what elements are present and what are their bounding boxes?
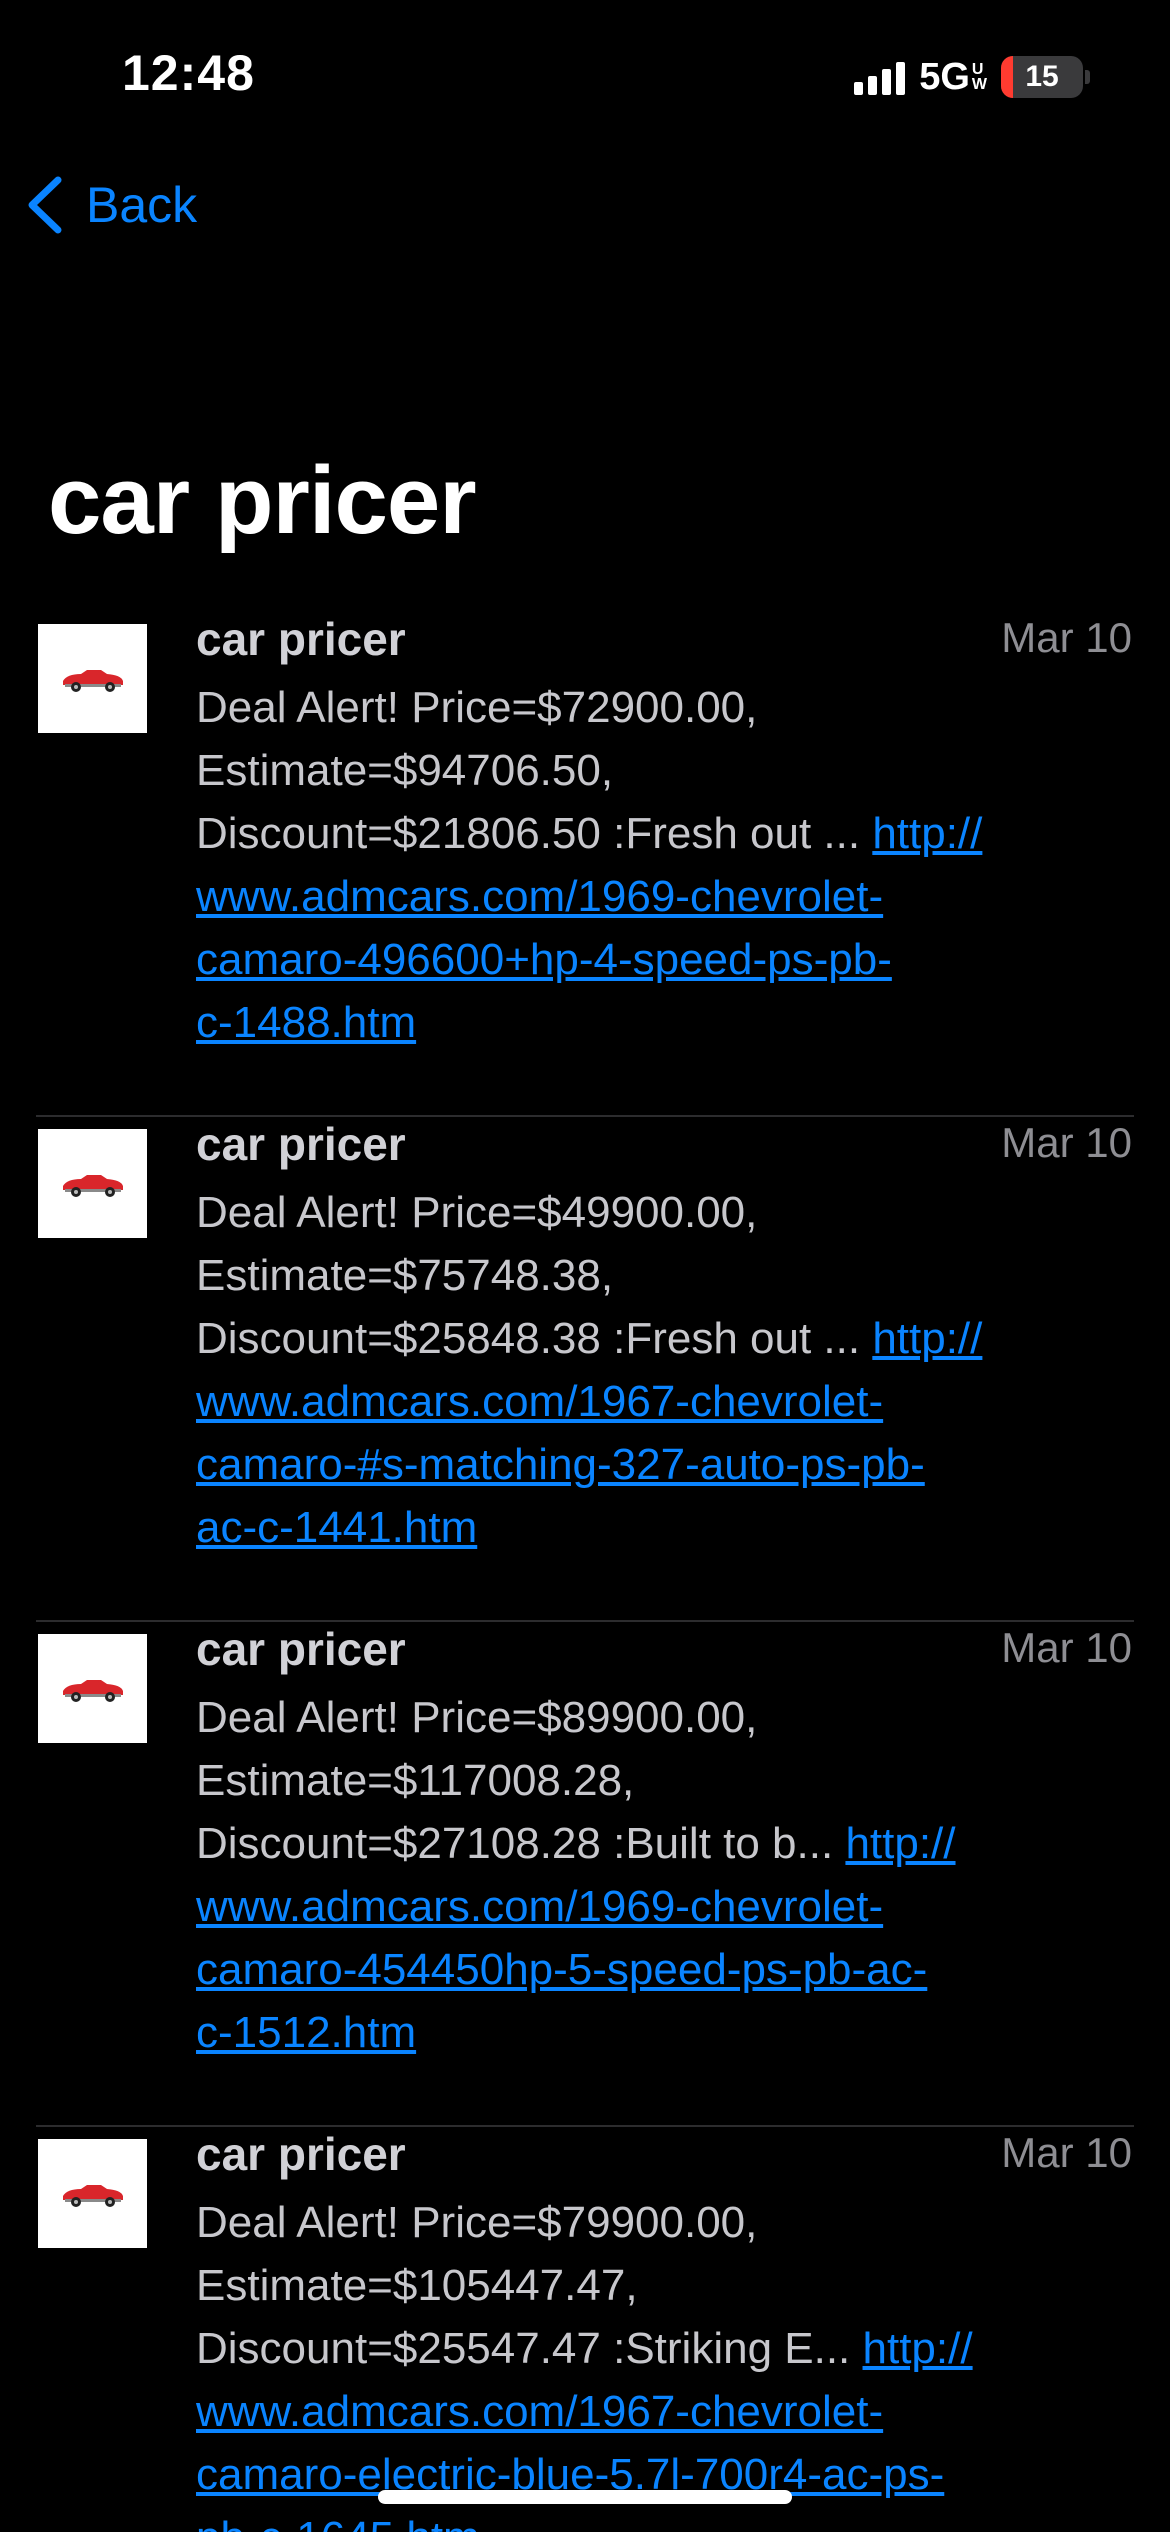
message-link[interactable]: www.admcars.com/1969-chevrolet- [196,872,883,921]
message-sender: car pricer [196,2128,406,2180]
status-indicators: 5G U W 15 [854,52,1090,102]
message-link[interactable]: www.admcars.com/1969-chevrolet- [196,1882,883,1931]
page-title: car pricer [48,447,477,554]
network-label: 5G [919,55,970,98]
message-link[interactable]: c-1512.htm [196,2008,416,2057]
message-line: Estimate=$94706.50, [196,746,614,795]
red-convertible-car-icon [62,1679,123,1702]
message-list[interactable]: car pricer Mar 10 Deal Alert! Price=$729… [0,612,1170,2532]
message-line: Discount=$27108.28 :Built to b... http:/… [196,1819,956,1868]
message-line: Discount=$25547.47 :Striking E... http:/… [196,2324,973,2373]
sender-thumbnail [38,2139,147,2248]
message-link[interactable]: camaro-496600+hp-4-speed-ps-pb- [196,935,892,984]
message-line: Discount=$25848.38 :Fresh out ... http:/… [196,1314,983,1363]
message-date: Mar 10 [1001,2129,1132,2176]
message-link[interactable]: http:// [845,1819,955,1868]
back-button[interactable]: Back [24,174,197,236]
network-indicator: 5G U W [919,56,987,99]
network-sub-label: U W [971,61,987,93]
message-item[interactable]: car pricer Mar 10 Deal Alert! Price=$499… [0,1117,1170,1622]
message-sender: car pricer [196,1623,406,1675]
message-line: Estimate=$105447.47, [196,2261,638,2310]
home-indicator[interactable] [378,2490,792,2504]
message-link[interactable]: pb-c-1645.htm [196,2513,480,2532]
message-line: Discount=$21806.50 :Fresh out ... http:/… [196,809,983,858]
message-sender: car pricer [196,613,406,665]
message-item[interactable]: car pricer Mar 10 Deal Alert! Price=$799… [0,2127,1170,2532]
sender-thumbnail [38,1129,147,1238]
message-link[interactable]: ac-c-1441.htm [196,1503,477,1552]
message-link[interactable]: http:// [863,2324,973,2373]
message-line: Estimate=$117008.28, [196,1756,635,1805]
message-link[interactable]: c-1488.htm [196,998,416,1047]
chevron-left-icon [28,176,62,234]
battery-level: 15 [1025,60,1059,93]
message-item[interactable]: car pricer Mar 10 Deal Alert! Price=$899… [0,1622,1170,2127]
red-convertible-car-icon [62,1174,123,1197]
status-time: 12:48 [122,45,255,101]
red-convertible-car-icon [62,669,123,692]
message-line: Deal Alert! Price=$79900.00, [196,2198,758,2247]
status-bar: 12:48 5G U W 15 [0,0,1170,150]
message-link[interactable]: http:// [872,1314,982,1363]
message-sender: car pricer [196,1118,406,1170]
message-date: Mar 10 [1001,614,1132,661]
back-label: Back [86,177,198,233]
message-body: Deal Alert! Price=$79900.00, Estimate=$1… [196,2191,1101,2532]
message-line: Estimate=$75748.38, [196,1251,614,1300]
message-link[interactable]: www.admcars.com/1967-chevrolet- [196,1377,883,1426]
message-line: Deal Alert! Price=$89900.00, [196,1693,758,1742]
sender-thumbnail [38,624,147,733]
message-link[interactable]: camaro-#s-matching-327-auto-ps-pb- [196,1440,925,1489]
message-item[interactable]: car pricer Mar 10 Deal Alert! Price=$729… [0,612,1170,1117]
message-link[interactable]: http:// [872,809,982,858]
message-body: Deal Alert! Price=$49900.00, Estimate=$7… [196,1181,1101,1559]
message-link[interactable]: www.admcars.com/1967-chevrolet- [196,2387,883,2436]
red-convertible-car-icon [62,2184,123,2207]
message-date: Mar 10 [1001,1119,1132,1166]
message-body: Deal Alert! Price=$72900.00, Estimate=$9… [196,676,1101,1054]
message-body: Deal Alert! Price=$89900.00, Estimate=$1… [196,1686,1101,2064]
message-line: Deal Alert! Price=$72900.00, [196,683,758,732]
message-line: Deal Alert! Price=$49900.00, [196,1188,758,1237]
sender-thumbnail [38,1634,147,1743]
message-date: Mar 10 [1001,1624,1132,1671]
battery-icon: 15 [1001,56,1090,98]
messages-screen: 12:48 5G U W 15 Back car pricer car pric… [0,0,1170,2532]
cellular-signal-icon [854,59,906,95]
message-link[interactable]: camaro-454450hp-5-speed-ps-pb-ac- [196,1945,927,1994]
